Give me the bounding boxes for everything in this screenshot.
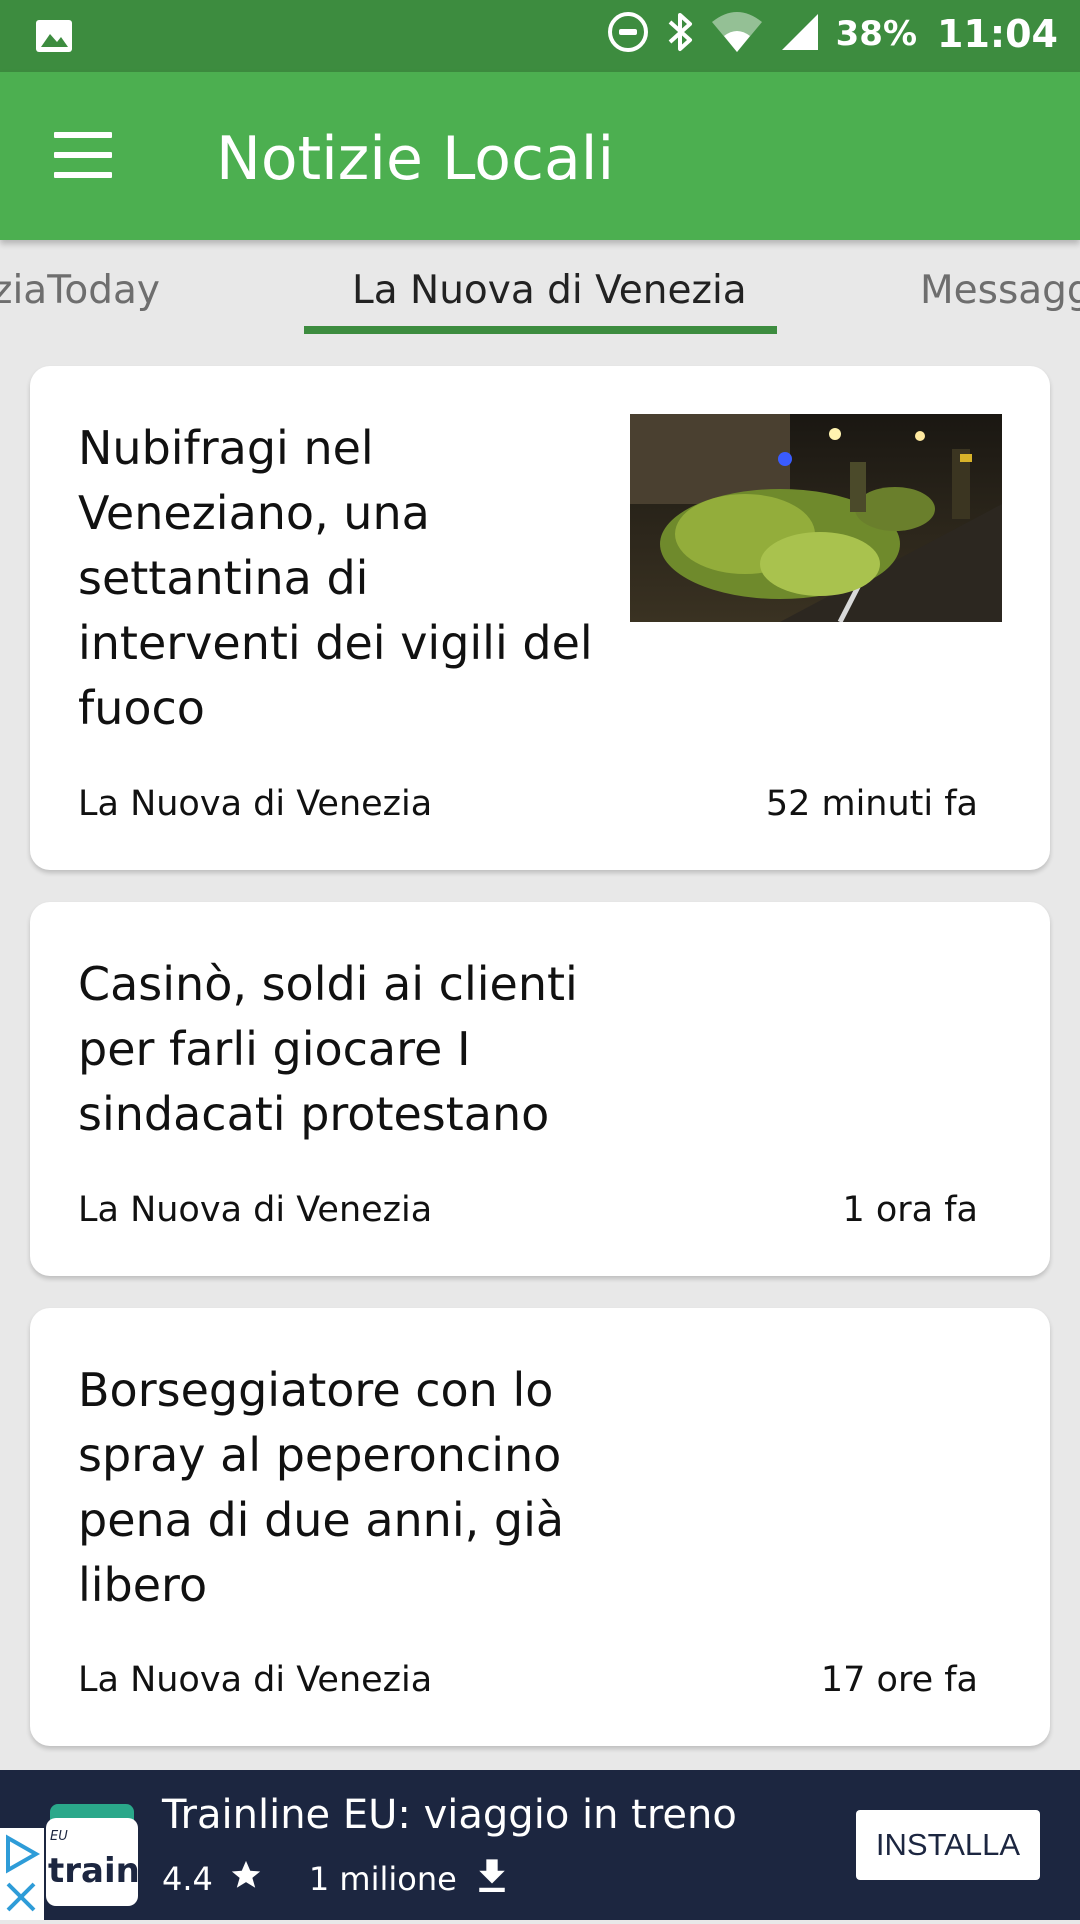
article-card[interactable]: Borseggiatore con lo spray al peperoncin… <box>30 1308 1050 1746</box>
clock: 11:04 <box>937 12 1058 56</box>
cell-signal-icon <box>778 10 822 58</box>
star-icon <box>229 1858 263 1900</box>
hamburger-menu-icon[interactable] <box>54 132 112 180</box>
tab-messaggero[interactable]: Messagg <box>920 268 1080 313</box>
logo-eu-text: EU <box>50 1829 68 1844</box>
ad-choices-icon[interactable] <box>0 1828 44 1920</box>
article-headline: Borseggiatore con lo spray al peperoncin… <box>78 1363 565 1612</box>
image-icon <box>34 16 74 60</box>
wifi-icon <box>710 10 764 58</box>
status-bar: 38% 11:04 <box>0 0 1080 72</box>
article-source: La Nuova di Venezia <box>78 784 433 824</box>
article-headline: Nubifragi nel Veneziano, una settantina … <box>78 421 593 735</box>
tab-veneziatoday[interactable]: ziaToday <box>0 268 160 313</box>
ad-title: Trainline EU: viaggio in treno <box>162 1792 737 1838</box>
trainline-logo: EU train <box>44 1800 140 1910</box>
source-tabs: ziaToday La Nuova di Venezia Messagg <box>0 240 1080 340</box>
article-card[interactable]: Nubifragi nel Veneziano, una settantina … <box>30 366 1050 870</box>
article-time: 1 ora fa <box>842 1190 978 1230</box>
ad-rating: 4.4 <box>162 1860 213 1898</box>
do-not-disturb-icon <box>606 10 650 58</box>
article-source: La Nuova di Venezia <box>78 1190 433 1230</box>
app-title: Notizie Locali <box>216 124 615 194</box>
article-source: La Nuova di Venezia <box>78 1660 433 1700</box>
article-thumbnail <box>630 414 1002 622</box>
ad-meta: 4.4 1 milione <box>162 1856 509 1902</box>
tab-la-nuova-di-venezia[interactable]: La Nuova di Venezia <box>352 268 747 313</box>
article-headline: Casinò, soldi ai clienti per farli gioca… <box>78 957 578 1141</box>
ad-downloads: 1 milione <box>308 1860 457 1898</box>
install-button[interactable]: INSTALLA <box>856 1810 1040 1880</box>
article-time: 52 minuti fa <box>765 784 978 824</box>
article-time: 17 ore fa <box>820 1660 978 1700</box>
download-icon <box>475 1856 509 1902</box>
app-bar: Notizie Locali <box>0 72 1080 240</box>
battery-percentage: 38% <box>835 14 918 54</box>
ad-banner[interactable]: EU train Trainline EU: viaggio in treno … <box>0 1770 1080 1920</box>
active-tab-indicator <box>304 326 777 334</box>
logo-text: train <box>48 1851 140 1891</box>
bluetooth-icon <box>664 10 696 58</box>
article-card[interactable]: Casinò, soldi ai clienti per farli gioca… <box>30 902 1050 1276</box>
